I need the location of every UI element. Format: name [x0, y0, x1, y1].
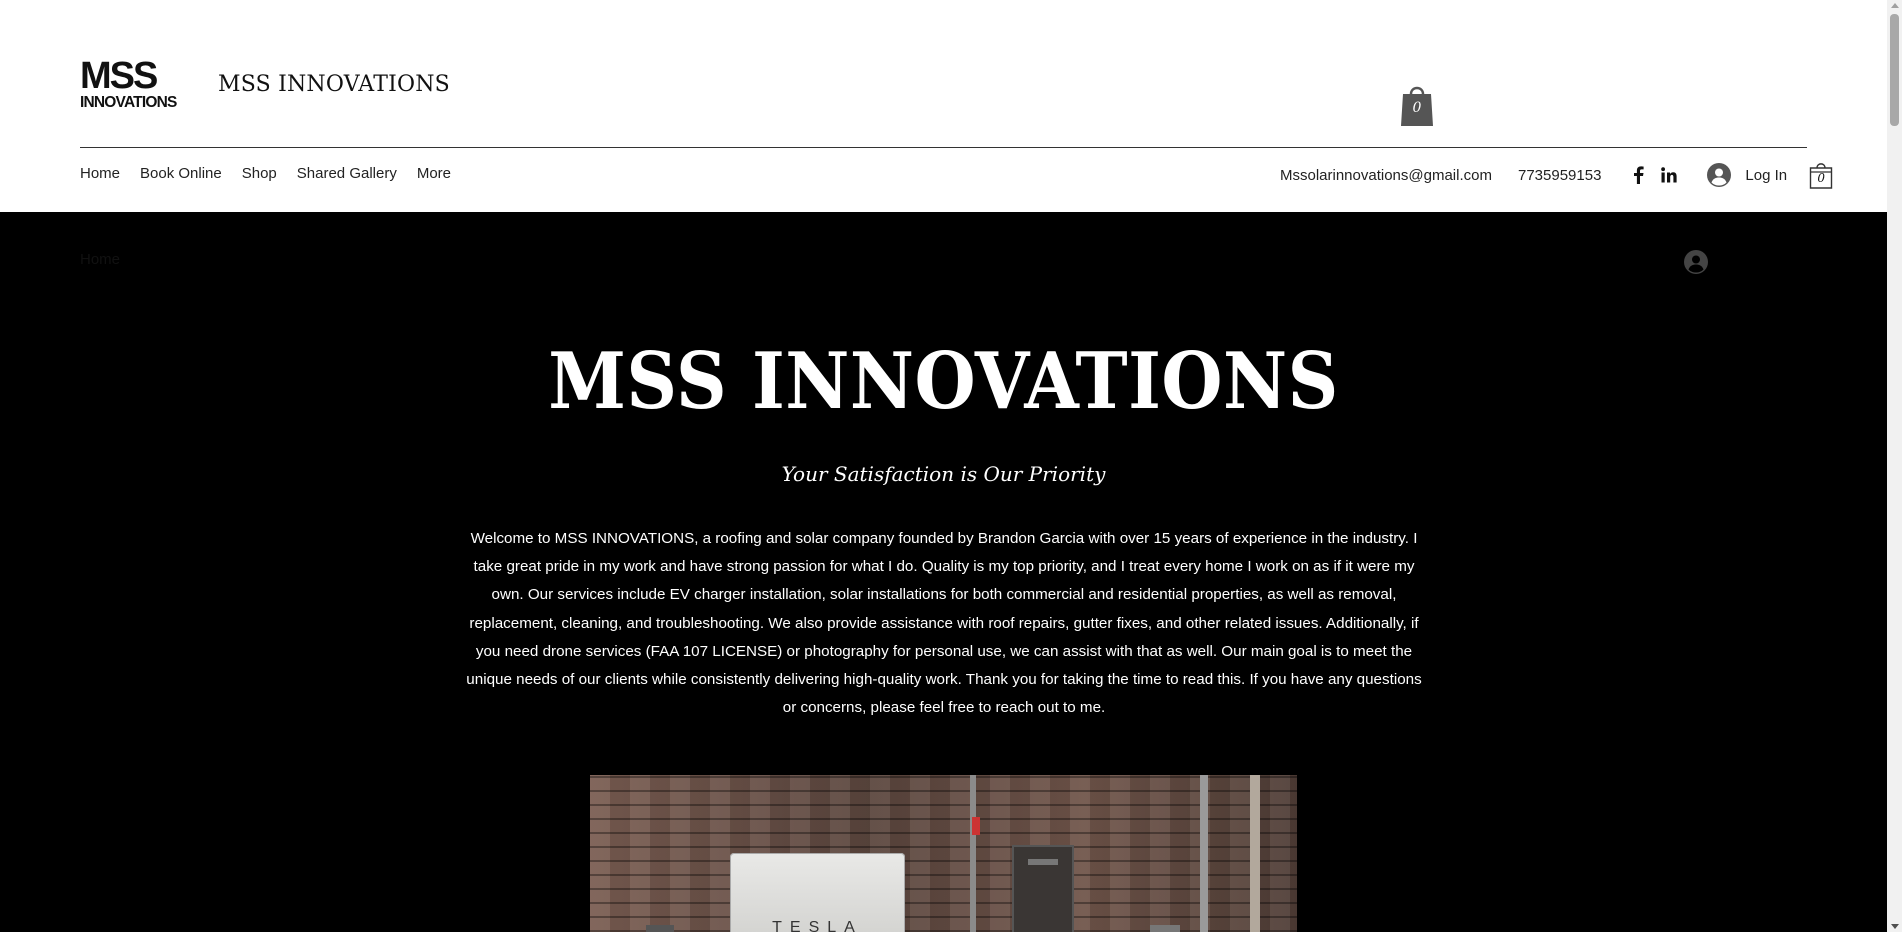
cart-button-large[interactable]: 0: [1400, 82, 1434, 128]
login-button[interactable]: Log In: [1707, 163, 1787, 187]
nav-item-book-online[interactable]: Book Online: [140, 164, 222, 184]
intro-paragraph: Welcome to MSS INNOVATIONS, a roofing an…: [466, 530, 1422, 717]
logo-text-bottom: INNOVATIONS: [80, 94, 177, 110]
nav-item-more[interactable]: More: [417, 164, 451, 184]
photo-equipment-label: TESLA: [772, 919, 863, 932]
scroll-thumb[interactable]: [1890, 14, 1899, 126]
login-label: Log In: [1745, 166, 1788, 184]
social-bar: [1631, 166, 1678, 184]
photo-downspout: [1250, 775, 1260, 932]
scroll-down-arrow-icon[interactable]: [1891, 924, 1899, 929]
user-avatar-icon: [1707, 163, 1732, 187]
header-divider: [80, 147, 1807, 148]
nav-item-home[interactable]: Home: [80, 164, 120, 184]
hidden-home-link[interactable]: Home: [80, 251, 120, 268]
installation-photo: TESLA: [590, 775, 1297, 932]
photo-battery-unit: TESLA: [730, 853, 905, 932]
hero-tagline: Your Satisfaction is Our Priority: [781, 462, 1106, 486]
nav-item-shared-gallery[interactable]: Shared Gallery: [297, 164, 397, 184]
photo-disconnect-box: [1012, 845, 1074, 932]
hidden-login-button[interactable]: [1684, 250, 1708, 279]
header-tools: Mssolarinnovations@gmail.com 7735959153 …: [1280, 161, 1833, 189]
site-header: MSS INNOVATIONS MSS INNOVATIONS 0 Home B…: [0, 0, 1887, 212]
main-nav: Home Book Online Shop Shared Gallery Mor…: [80, 164, 471, 184]
photo-meter: [1150, 925, 1180, 932]
photo-outlet: [646, 925, 674, 932]
scroll-up-arrow-icon[interactable]: [1891, 3, 1899, 8]
logo-text-top: MSS: [80, 56, 157, 97]
photo-conduit: [970, 775, 976, 932]
site-logo[interactable]: MSS INNOVATIONS: [80, 56, 200, 110]
cart-count-small: 0: [1817, 171, 1825, 185]
page-scrollbar[interactable]: [1887, 0, 1902, 932]
nav-item-shop[interactable]: Shop: [242, 164, 277, 184]
cart-button-small[interactable]: 0: [1809, 161, 1833, 189]
hero-title: MSS INNOVATIONS: [548, 336, 1339, 427]
photo-conduit: [1200, 775, 1208, 932]
cart-count: 0: [1412, 100, 1422, 116]
user-avatar-icon: [1684, 250, 1708, 274]
site-name[interactable]: MSS INNOVATIONS: [218, 72, 450, 97]
linkedin-icon[interactable]: [1661, 167, 1678, 183]
facebook-icon[interactable]: [1631, 166, 1645, 184]
photo-tag: [972, 817, 980, 835]
contact-phone[interactable]: 7735959153: [1518, 167, 1601, 184]
contact-email[interactable]: Mssolarinnovations@gmail.com: [1280, 167, 1492, 184]
